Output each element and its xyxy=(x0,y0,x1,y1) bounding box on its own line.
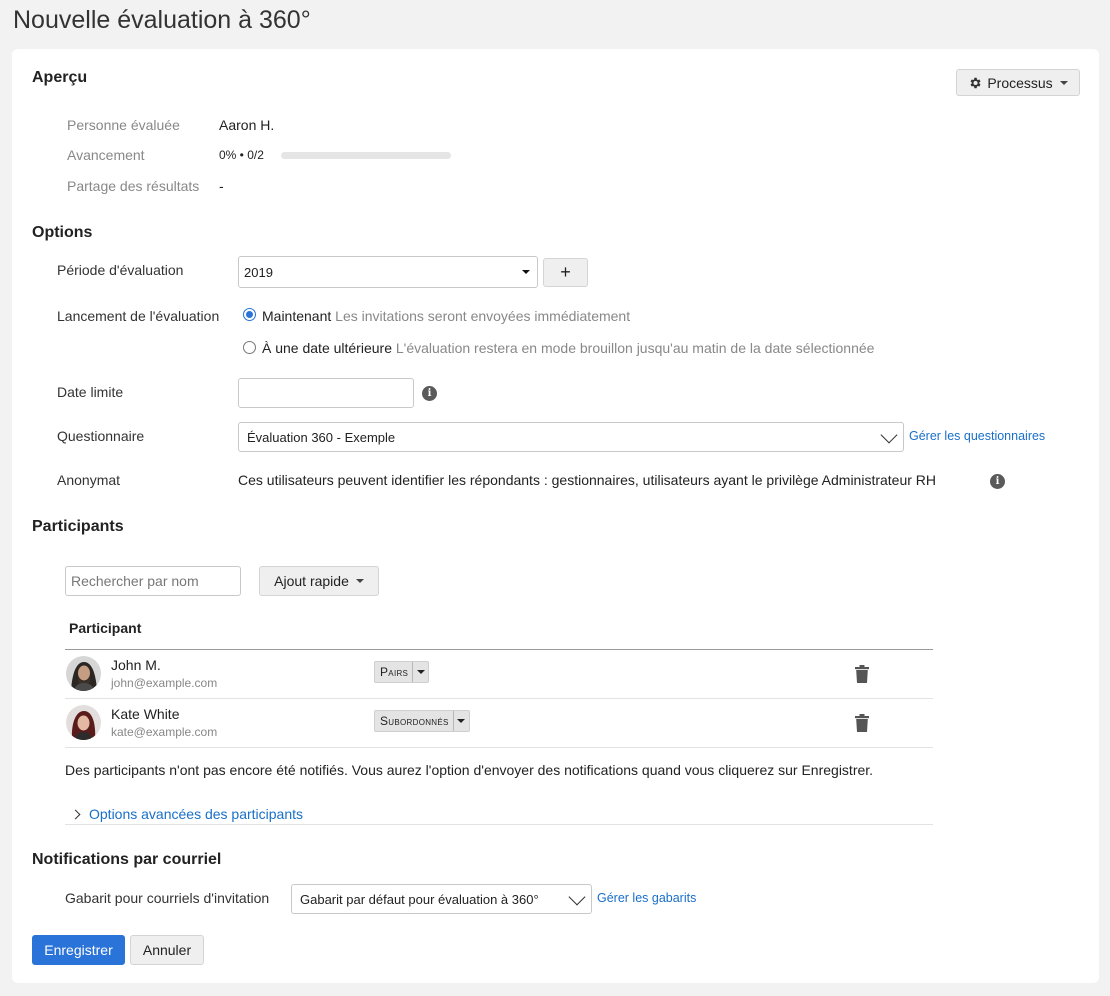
caret-down-icon xyxy=(355,579,364,583)
invitation-template-select[interactable]: Gabarit par défaut pour évaluation à 360… xyxy=(291,884,592,914)
invitation-template-label: Gabarit pour courriels d'invitation xyxy=(65,890,270,906)
chevron-down-icon xyxy=(1059,80,1068,85)
caret-down-icon xyxy=(416,670,425,674)
quick-add-button[interactable]: Ajout rapide xyxy=(259,566,379,596)
participant-name: Kate White xyxy=(111,706,180,722)
cancel-button[interactable]: Annuler xyxy=(130,935,204,965)
participant-name: John M. xyxy=(111,657,161,673)
avatar xyxy=(66,705,101,740)
avatar xyxy=(66,656,101,691)
plus-icon: + xyxy=(560,262,571,282)
chevron-right-icon xyxy=(70,809,81,819)
row-divider xyxy=(65,698,933,699)
questionnaire-label: Questionnaire xyxy=(57,428,145,444)
results-sharing-label: Partage des résultats xyxy=(67,178,200,194)
chevron-down-icon xyxy=(568,888,586,906)
launch-label: Lancement de l'évaluation xyxy=(57,308,220,324)
table-header-divider xyxy=(65,649,933,650)
deadline-label: Date limite xyxy=(57,384,124,400)
questionnaire-select[interactable]: Évaluation 360 - Exemple xyxy=(238,422,904,452)
progress-text: 0% • 0/2 xyxy=(219,148,264,162)
deadline-input[interactable] xyxy=(238,378,414,408)
questionnaire-value: Évaluation 360 - Exemple xyxy=(247,429,396,445)
launch-later-option: À une date ultérieure L'évaluation reste… xyxy=(262,340,874,356)
anonymity-label: Anonymat xyxy=(57,472,121,488)
quick-add-label: Ajout rapide xyxy=(274,573,349,589)
evaluation-form-card: Aperçu Processus Personne évaluée Aaron … xyxy=(12,49,1099,983)
add-period-button[interactable]: + xyxy=(543,258,588,287)
caret-down-icon xyxy=(457,719,466,723)
participant-search-input[interactable] xyxy=(65,566,241,596)
row-divider xyxy=(65,747,933,748)
process-dropdown-button[interactable]: Processus xyxy=(956,69,1080,96)
section-divider xyxy=(65,824,933,825)
participant-email: john@example.com xyxy=(111,676,218,690)
progress-bar xyxy=(281,152,451,159)
role-label: Pairs xyxy=(380,665,409,679)
manage-questionnaires-link[interactable]: Gérer les questionnaires xyxy=(909,429,1045,443)
manage-templates-link[interactable]: Gérer les gabarits xyxy=(597,891,696,905)
trash-icon[interactable] xyxy=(855,665,869,683)
launch-now-description: Les invitations seront envoyées immédiat… xyxy=(335,308,631,324)
participants-section-title: Participants xyxy=(32,518,124,535)
role-dropdown[interactable]: Subordonnés xyxy=(374,710,470,732)
role-dropdown[interactable]: Pairs xyxy=(374,661,430,683)
caret-down-icon xyxy=(522,270,530,274)
chevron-down-icon xyxy=(880,426,898,444)
progress-label: Avancement xyxy=(67,147,145,163)
evaluation-period-select[interactable]: 2019 xyxy=(238,256,538,288)
participant-column-header: Participant xyxy=(69,620,142,636)
role-label: Subordonnés xyxy=(380,714,449,728)
process-button-label: Processus xyxy=(987,74,1053,91)
gear-icon xyxy=(968,76,982,90)
launch-later-description: L'évaluation restera en mode brouillon j… xyxy=(395,340,875,356)
cancel-button-label: Annuler xyxy=(142,942,192,958)
results-sharing-value: - xyxy=(219,178,224,194)
evaluation-period-label: Période d'évaluation xyxy=(57,262,184,278)
launch-now-option: Maintenant Les invitations seront envoyé… xyxy=(262,308,630,324)
notifications-section-title: Notifications par courriel xyxy=(32,851,222,868)
anonymity-text: Ces utilisateurs peuvent identifier les … xyxy=(238,472,937,488)
launch-now-label: Maintenant xyxy=(262,308,332,324)
save-button-label: Enregistrer xyxy=(44,942,113,958)
advanced-options-link[interactable]: Options avancées des participants xyxy=(89,806,303,822)
evaluated-person-value: Aaron H. xyxy=(219,117,275,133)
launch-later-label: À une date ultérieure xyxy=(262,340,392,356)
invitation-template-value: Gabarit par défaut pour évaluation à 360… xyxy=(300,891,539,907)
participant-email: kate@example.com xyxy=(111,725,218,739)
page-title: Nouvelle évaluation à 360° xyxy=(13,6,311,34)
save-button[interactable]: Enregistrer xyxy=(32,935,125,965)
info-icon[interactable]: i xyxy=(422,386,437,401)
info-icon[interactable]: i xyxy=(990,474,1005,489)
participants-notice: Des participants n'ont pas encore été no… xyxy=(65,762,874,778)
options-section-title: Options xyxy=(32,224,93,241)
evaluated-person-label: Personne évaluée xyxy=(67,117,180,133)
trash-icon[interactable] xyxy=(855,714,869,732)
launch-now-radio[interactable] xyxy=(243,308,256,321)
launch-later-radio[interactable] xyxy=(243,341,256,354)
evaluation-period-value: 2019 xyxy=(244,264,273,280)
advanced-options-toggle[interactable]: Options avancées des participants xyxy=(70,806,303,822)
overview-section-title: Aperçu xyxy=(32,69,88,86)
